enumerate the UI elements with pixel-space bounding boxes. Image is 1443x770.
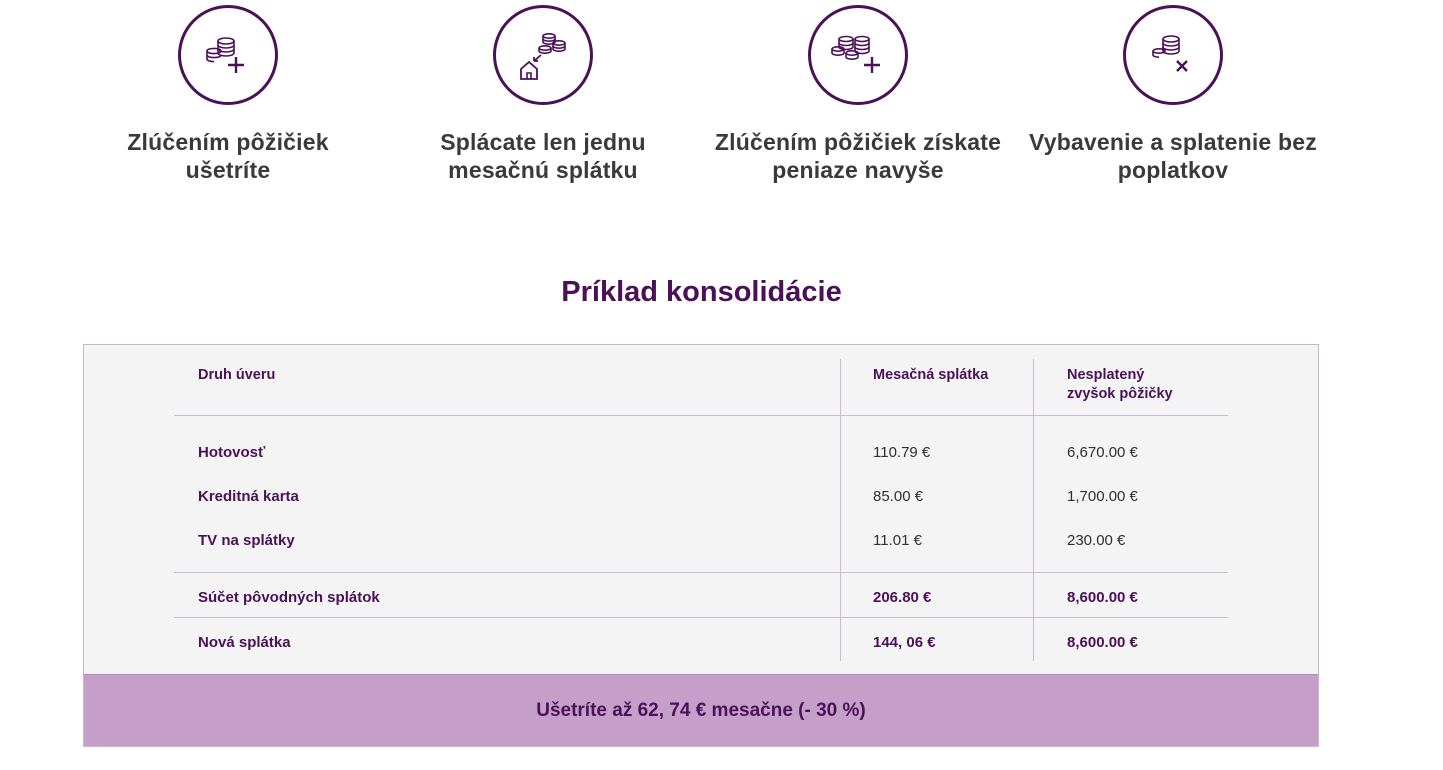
- header-remaining-line1: Nesplatený: [1067, 367, 1145, 383]
- feature-save: Zlúčením pôžičiek ušetríte: [78, 0, 378, 184]
- house-coins-icon: [493, 5, 593, 105]
- header-remaining-line2: zvyšok pôžičky: [1067, 386, 1173, 402]
- row-remaining: 1,700.00 €: [1067, 488, 1138, 505]
- row-remaining: 230.00 €: [1067, 532, 1126, 549]
- row-monthly: 110.79 €: [873, 444, 931, 461]
- header-loan-type: Druh úveru: [198, 367, 276, 383]
- coins-plus-icon: [178, 5, 278, 105]
- coins-stack-plus-icon: [808, 5, 908, 105]
- row-type: TV na splátky: [198, 532, 295, 549]
- feature-title: Zlúčením pôžičiek získate peniaze navyše: [714, 129, 1002, 183]
- sum-row-label: Súčet pôvodných splátok: [198, 589, 380, 606]
- column-divider: [840, 359, 841, 661]
- new-row-label: Nová splátka: [198, 634, 291, 651]
- feature-title: Vybavenie a splatenie bez poplatkov: [1029, 129, 1317, 183]
- feature-title: Splácate len jednu mesačnú splátku: [440, 129, 646, 183]
- feature-no-fees: Vybavenie a splatenie bez poplatkov: [1023, 0, 1323, 184]
- column-divider: [1033, 359, 1034, 661]
- new-row-monthly: 144, 06 €: [873, 634, 936, 651]
- coins-cross-icon: [1123, 5, 1223, 105]
- features-section: Zlúčením pôžičiek ušetríte Splácate len …: [0, 0, 1443, 200]
- header-monthly-payment: Mesačná splátka: [873, 367, 989, 383]
- feature-title: Zlúčením pôžičiek ušetríte: [127, 129, 329, 183]
- row-monthly: 11.01 €: [873, 532, 922, 549]
- row-remaining: 6,670.00 €: [1067, 444, 1138, 461]
- row-type: Hotovosť: [198, 444, 266, 461]
- row-monthly: 85.00 €: [873, 488, 924, 505]
- new-row-remaining: 8,600.00 €: [1067, 634, 1138, 651]
- sum-row-monthly: 206.80 €: [873, 589, 932, 606]
- row-type: Kreditná karta: [198, 488, 299, 505]
- savings-banner: Ušetríte až 62, 74 € mesačne (- 30 %): [84, 674, 1318, 746]
- feature-single-payment: Splácate len jednu mesačnú splátku: [393, 0, 693, 184]
- new-separator: [174, 617, 1228, 618]
- header-separator: [174, 415, 1228, 416]
- consolidation-table: Druh úveru Mesačná splátka Nesplatený zv…: [83, 344, 1319, 747]
- sum-row-remaining: 8,600.00 €: [1067, 589, 1138, 606]
- feature-extra-money: Zlúčením pôžičiek získate peniaze navyše: [708, 0, 1008, 184]
- section-title: Príklad konsolidácie: [561, 276, 842, 308]
- sum-separator: [174, 572, 1228, 573]
